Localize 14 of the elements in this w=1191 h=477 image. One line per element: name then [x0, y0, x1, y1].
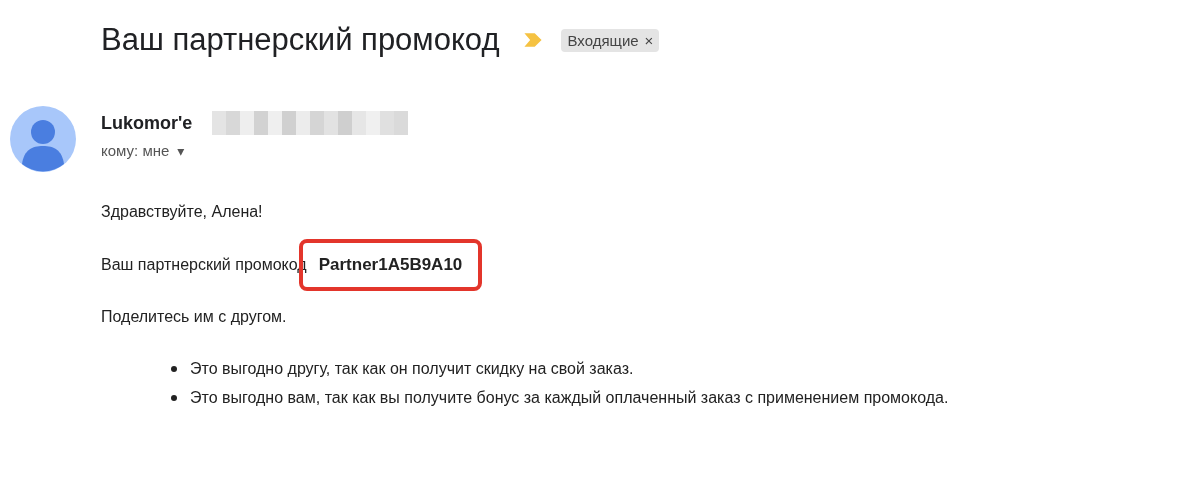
remove-label-button[interactable]: ×: [644, 31, 654, 49]
bullet-icon: [171, 395, 177, 401]
bullet-text: Это выгодно другу, так как он получит скидку на свой заказ.: [190, 360, 634, 378]
sender-name: Lukomor'e: [101, 112, 193, 134]
promo-code: Partner1A5B9A10: [318, 255, 463, 274]
share-text: Поделитесь им с другом.: [101, 307, 288, 327]
label-text: Входящие: [567, 31, 639, 49]
recipient-menu-button[interactable]: ▾: [177, 142, 185, 159]
email-subject: Ваш партнерский промокод: [101, 22, 500, 58]
avatar-icon: [10, 106, 76, 172]
recipient-text: кому: мне: [101, 142, 170, 159]
bullet-text: Это выгодно вам, так как вы получите бонус за каждый оплаченный заказ с применением промокода.: [190, 389, 949, 407]
greeting-text: Здравствуйте, Алена!: [101, 202, 264, 222]
bullet-icon: [171, 366, 177, 372]
